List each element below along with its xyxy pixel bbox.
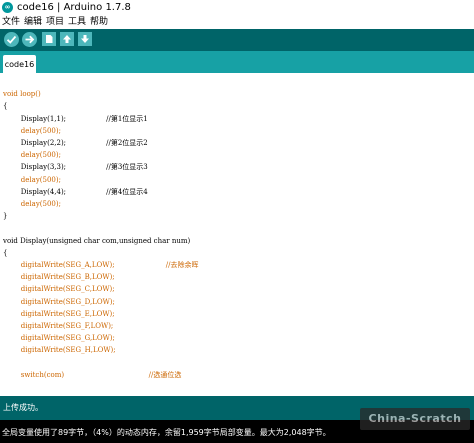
code-line: delay(500); xyxy=(3,126,61,135)
title-bar: ∞ code16 | Arduino 1.7.8 xyxy=(0,0,474,15)
menu-sketch[interactable]: 项目 xyxy=(46,15,64,29)
tab-label: code16 xyxy=(4,60,35,69)
tab-code16[interactable]: code16 xyxy=(3,55,36,73)
tab-strip: code16 xyxy=(0,51,474,73)
watermark: China-Scratch xyxy=(360,408,470,430)
code-line: digitalWrite(SEG_B,LOW); xyxy=(3,273,115,282)
arduino-logo-icon: ∞ xyxy=(2,2,13,13)
code-line: delay(500); xyxy=(3,175,61,184)
verify-check-icon xyxy=(6,35,17,44)
code-line: Display(1,1); //第1位显示1 xyxy=(3,114,148,123)
open-up-arrow-icon xyxy=(63,35,71,43)
code-line: digitalWrite(SEG_H,LOW); xyxy=(3,346,116,355)
menu-file[interactable]: 文件 xyxy=(2,15,20,29)
menu-tools[interactable]: 工具 xyxy=(68,15,86,29)
console-message: 全局变量使用了89字节，（4%）的动态内存，余留1,959字节局部变量。最大为2… xyxy=(2,428,331,437)
menu-edit[interactable]: 编辑 xyxy=(24,15,42,29)
code-line: digitalWrite(SEG_F,LOW); xyxy=(3,322,114,330)
code-line: { xyxy=(3,102,8,111)
upload-button[interactable] xyxy=(22,32,37,47)
code-line: digitalWrite(SEG_A,LOW); //去除余晖 xyxy=(3,261,199,269)
code-line: void Display(unsigned char com,unsigned … xyxy=(3,236,191,245)
verify-button[interactable] xyxy=(4,32,19,47)
toolbar xyxy=(0,29,474,51)
save-button[interactable] xyxy=(78,32,92,46)
upload-arrow-icon xyxy=(25,35,35,44)
menu-help[interactable]: 帮助 xyxy=(90,15,108,29)
new-button[interactable] xyxy=(42,32,56,46)
code-line: digitalWrite(SEG_E,LOW); xyxy=(3,309,115,318)
open-button[interactable] xyxy=(60,32,74,46)
code-line: digitalWrite(SEG_D,LOW); xyxy=(3,297,115,306)
save-down-arrow-icon xyxy=(81,35,89,43)
code-line: digitalWrite(SEG_G,LOW); xyxy=(3,334,115,343)
code-line: switch(com) //选通位选 xyxy=(3,370,182,379)
status-message: 上传成功。 xyxy=(3,403,43,412)
watermark-text: China-Scratch xyxy=(368,412,462,425)
code-line: void loop() xyxy=(3,90,41,99)
code-line: digitalWrite(SEG_C,LOW); xyxy=(3,285,115,294)
code-line: delay(500); xyxy=(3,151,61,160)
code-line: delay(500); xyxy=(3,200,61,208)
code-line: { xyxy=(3,248,8,257)
new-file-icon xyxy=(46,35,53,43)
code-line: Display(3,3); //第3位显示3 xyxy=(3,163,148,172)
code-line: Display(2,2); //第2位显示2 xyxy=(3,139,148,147)
window-title: code16 | Arduino 1.7.8 xyxy=(17,2,131,13)
code-line: Display(4,4); //第4位显示4 xyxy=(3,187,148,196)
code-editor[interactable]: void loop() { Display(1,1); //第1位显示1 dela… xyxy=(0,73,474,396)
code-line: } xyxy=(3,212,8,221)
menu-bar: 文件 编辑 项目 工具 帮助 xyxy=(0,15,474,29)
